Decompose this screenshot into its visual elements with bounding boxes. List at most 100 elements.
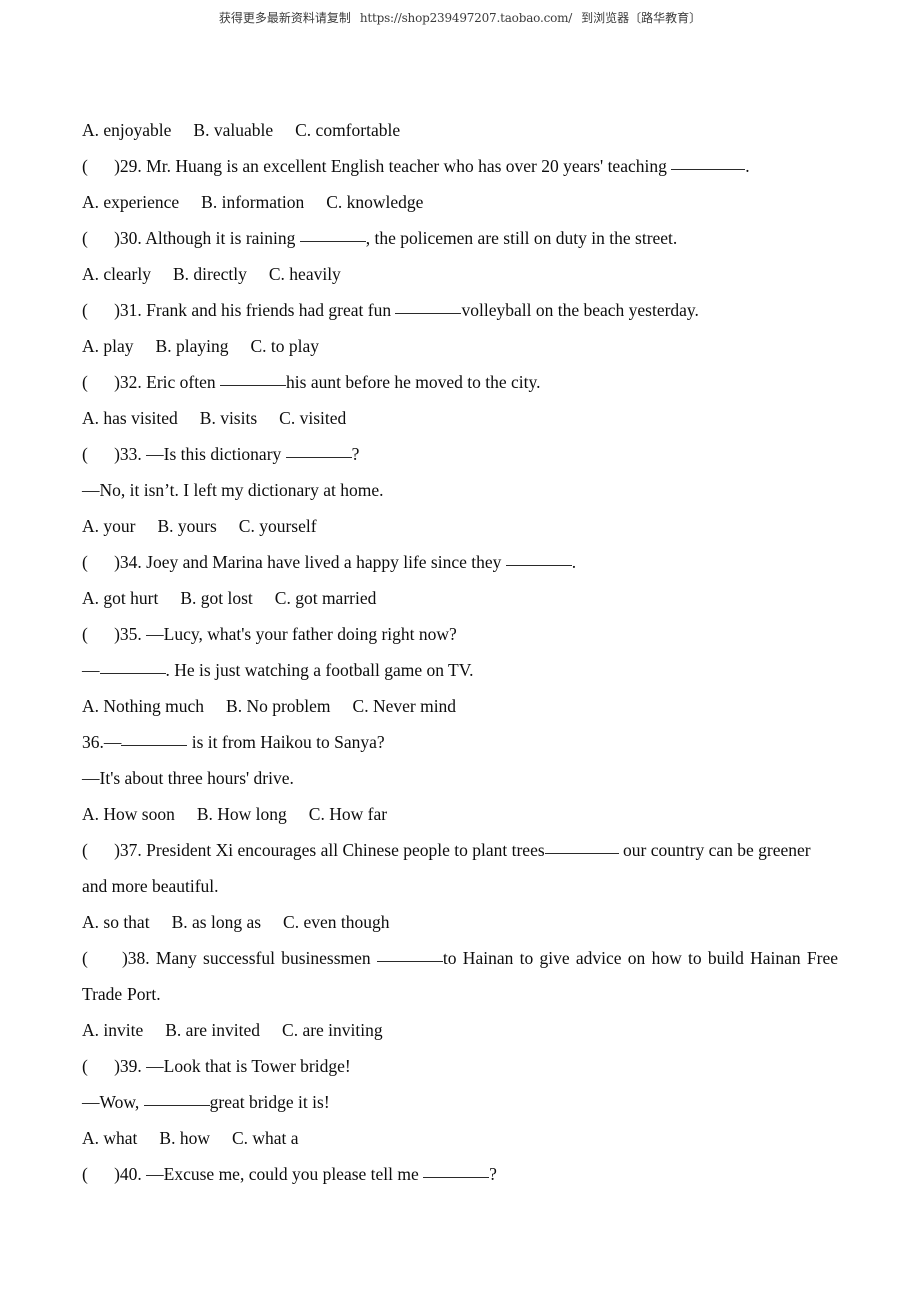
option-c[interactable]: C. what a bbox=[232, 1128, 299, 1148]
option-b[interactable]: B. No problem bbox=[226, 696, 331, 716]
option-a[interactable]: A. clearly bbox=[82, 264, 151, 284]
dialogue-reply-39: —Wow, great bridge it is! bbox=[82, 1084, 838, 1120]
question-number: 33. bbox=[119, 444, 142, 464]
answer-bracket[interactable]: ( ) bbox=[82, 292, 120, 328]
option-c[interactable]: C. Never mind bbox=[353, 696, 457, 716]
option-c[interactable]: C. to play bbox=[250, 336, 319, 356]
option-c[interactable]: C. heavily bbox=[269, 264, 341, 284]
fill-in-blank[interactable] bbox=[121, 732, 188, 746]
question-number: 36. bbox=[82, 732, 104, 752]
option-a[interactable]: A. play bbox=[82, 336, 134, 356]
question-text-tail: . bbox=[745, 156, 750, 176]
option-row: A. so that B. as long as C. even though bbox=[82, 904, 838, 940]
reply-text-tail: great bridge it is! bbox=[209, 1092, 330, 1112]
question-number: 31. bbox=[119, 300, 142, 320]
question-number: 30. bbox=[119, 228, 142, 248]
question-text: —Lucy, what's your father doing right no… bbox=[141, 624, 457, 644]
answer-bracket[interactable]: ( ) bbox=[82, 616, 120, 652]
option-b[interactable]: B. information bbox=[201, 192, 304, 212]
fill-in-blank[interactable] bbox=[285, 444, 352, 458]
option-row: A. How soon B. How long C. How far bbox=[82, 796, 838, 832]
option-b[interactable]: B. directly bbox=[173, 264, 247, 284]
fill-in-blank[interactable] bbox=[395, 300, 462, 314]
answer-bracket[interactable]: ( ) bbox=[82, 940, 128, 976]
option-b[interactable]: B. playing bbox=[156, 336, 229, 356]
answer-bracket[interactable]: ( ) bbox=[82, 148, 120, 184]
document-body: A. enjoyable B. valuable C. comfortable ( … bbox=[82, 112, 838, 1192]
question-32: ( )32. Eric often his aunt before he mov… bbox=[82, 364, 838, 400]
option-a[interactable]: A. got hurt bbox=[82, 588, 158, 608]
option-c[interactable]: C. even though bbox=[283, 912, 389, 932]
answer-bracket[interactable]: ( ) bbox=[82, 1156, 120, 1192]
option-c[interactable]: C. are inviting bbox=[282, 1020, 383, 1040]
option-a[interactable]: A. what bbox=[82, 1128, 137, 1148]
fill-in-blank[interactable] bbox=[143, 1092, 210, 1106]
question-29: ( )29. Mr. Huang is an excellent English… bbox=[82, 148, 838, 184]
option-c[interactable]: C. got married bbox=[275, 588, 377, 608]
option-a[interactable]: A. so that bbox=[82, 912, 150, 932]
question-30: ( )30. Although it is raining , the poli… bbox=[82, 220, 838, 256]
question-text: —Look that is Tower bridge! bbox=[141, 1056, 351, 1076]
fill-in-blank[interactable] bbox=[671, 156, 746, 170]
answer-bracket[interactable]: ( ) bbox=[82, 1048, 120, 1084]
question-40: ( )40. —Excuse me, could you please tell… bbox=[82, 1156, 838, 1192]
option-c[interactable]: C. knowledge bbox=[326, 192, 423, 212]
option-a[interactable]: A. Nothing much bbox=[82, 696, 204, 716]
option-c[interactable]: C. yourself bbox=[239, 516, 317, 536]
option-b[interactable]: B. How long bbox=[197, 804, 287, 824]
dialogue-reply-36: —It's about three hours' drive. bbox=[82, 768, 294, 788]
question-text-tail: . bbox=[571, 552, 577, 572]
answer-bracket[interactable]: ( ) bbox=[82, 832, 120, 868]
question-number: 35. bbox=[119, 624, 142, 644]
question-text-tail: is it from Haikou to Sanya? bbox=[187, 732, 385, 752]
option-c[interactable]: C. comfortable bbox=[295, 120, 400, 140]
fill-in-blank[interactable] bbox=[376, 948, 443, 962]
question-text-tail: , the policemen are still on duty in the… bbox=[365, 228, 678, 248]
option-a[interactable]: A. How soon bbox=[82, 804, 175, 824]
option-row: A. clearly B. directly C. heavily bbox=[82, 256, 838, 292]
option-b[interactable]: B. yours bbox=[157, 516, 216, 536]
question-text: Frank and his friends had great fun bbox=[141, 300, 396, 320]
promo-header-url: https://shop239497207.taobao.com/ bbox=[359, 11, 573, 25]
question-text: Joey and Marina have lived a happy life … bbox=[141, 552, 506, 572]
option-b[interactable]: B. as long as bbox=[172, 912, 261, 932]
option-c[interactable]: C. visited bbox=[279, 408, 346, 428]
fill-in-blank[interactable] bbox=[505, 552, 572, 566]
promo-header-cn-prefix: 获得更多最新资料请复制 bbox=[218, 11, 351, 25]
question-37: ( )37. President Xi encourages all Chine… bbox=[82, 832, 838, 904]
option-row: A. what B. how C. what a bbox=[82, 1120, 838, 1156]
option-b[interactable]: B. visits bbox=[200, 408, 257, 428]
option-b[interactable]: B. valuable bbox=[193, 120, 273, 140]
option-b[interactable]: B. how bbox=[159, 1128, 210, 1148]
question-39: ( )39. —Look that is Tower bridge! bbox=[82, 1048, 838, 1084]
question-text: Mr. Huang is an excellent English teache… bbox=[141, 156, 672, 176]
option-row: A. experience B. information C. knowledge bbox=[82, 184, 838, 220]
option-b[interactable]: B. are invited bbox=[165, 1020, 260, 1040]
option-a[interactable]: A. has visited bbox=[82, 408, 178, 428]
question-number: 29. bbox=[119, 156, 142, 176]
option-a[interactable]: A. experience bbox=[82, 192, 179, 212]
fill-in-blank[interactable] bbox=[299, 228, 366, 242]
question-number: 37. bbox=[119, 840, 142, 860]
dialogue-reply-33: —No, it isn’t. I left my dictionary at h… bbox=[82, 480, 384, 500]
option-a[interactable]: A. invite bbox=[82, 1020, 143, 1040]
answer-bracket[interactable]: ( ) bbox=[82, 220, 120, 256]
question-33: ( )33. —Is this dictionary ? bbox=[82, 436, 838, 472]
option-c[interactable]: C. How far bbox=[309, 804, 387, 824]
fill-in-blank[interactable] bbox=[99, 660, 166, 674]
option-row: A. got hurt B. got lost C. got married bbox=[82, 580, 838, 616]
question-38: ( )38. Many successful businessmen to Ha… bbox=[82, 940, 838, 1012]
promo-header-banner: 获得更多最新资料请复制 https://shop239497207.taobao.… bbox=[0, 11, 920, 25]
question-text: President Xi encourages all Chinese peop… bbox=[141, 840, 545, 860]
answer-bracket[interactable]: ( ) bbox=[82, 544, 120, 580]
option-b[interactable]: B. got lost bbox=[180, 588, 252, 608]
option-row: A. has visited B. visits C. visited bbox=[82, 400, 838, 436]
fill-in-blank[interactable] bbox=[544, 840, 619, 854]
fill-in-blank[interactable] bbox=[220, 372, 287, 386]
answer-bracket[interactable]: ( ) bbox=[82, 364, 120, 400]
option-a[interactable]: A. enjoyable bbox=[82, 120, 171, 140]
answer-bracket[interactable]: ( ) bbox=[82, 436, 120, 472]
fill-in-blank[interactable] bbox=[423, 1164, 490, 1178]
option-a[interactable]: A. your bbox=[82, 516, 135, 536]
question-35: ( )35. —Lucy, what's your father doing r… bbox=[82, 616, 838, 652]
